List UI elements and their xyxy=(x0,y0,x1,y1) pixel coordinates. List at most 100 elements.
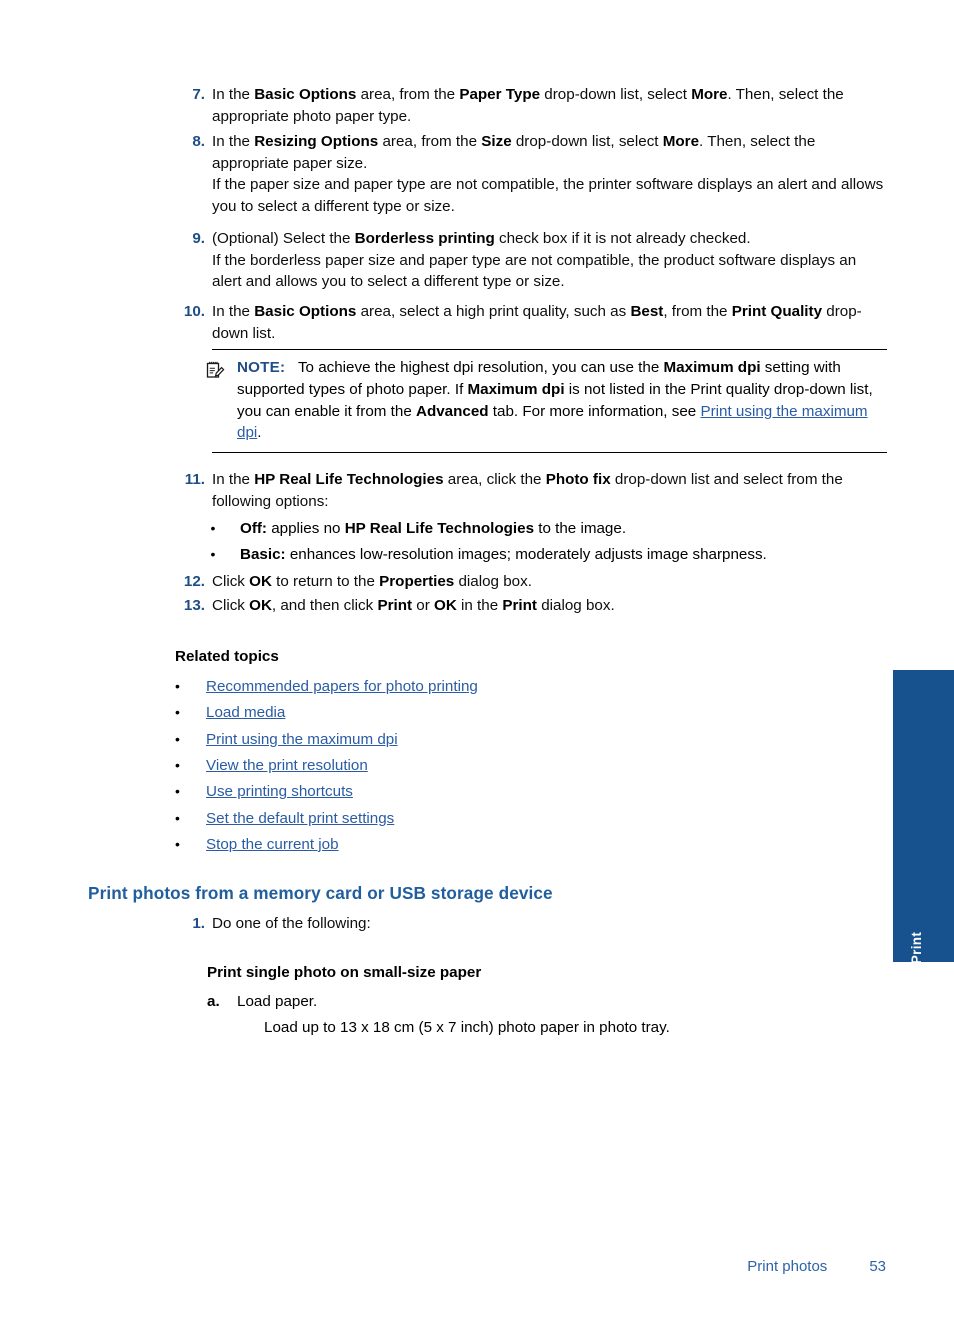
note-pencil-icon xyxy=(205,360,225,380)
related-topic-row: • Set the default print settings xyxy=(175,808,394,829)
text-run: dialog box. xyxy=(454,573,532,590)
text-run: to the image. xyxy=(534,520,627,537)
step-item: 10. In the Basic Options area, select a … xyxy=(175,301,887,344)
step-number: 1. xyxy=(192,915,205,932)
step-item: 7. In the Basic Options area, from the P… xyxy=(175,84,887,127)
step-text: In the Basic Options area, select a high… xyxy=(212,301,887,344)
step-text: Click OK, and then click Print or OK in … xyxy=(212,595,887,617)
text-run: area, from the xyxy=(378,133,482,150)
bullet-glyph: • xyxy=(175,809,180,826)
related-topic-row: • Load media xyxy=(175,702,285,723)
step-number: 9. xyxy=(192,230,205,247)
sub-heading: Print single photo on small-size paper xyxy=(207,964,482,981)
step-text: In the Basic Options area, from the Pape… xyxy=(212,84,887,127)
note-bottom-rule xyxy=(212,452,887,454)
bold-run: OK xyxy=(434,597,457,614)
lettered-step: a. Load paper. xyxy=(207,991,867,1013)
related-topic-link[interactable]: Print using the maximum dpi xyxy=(206,731,398,748)
bullet-glyph: • xyxy=(210,546,216,562)
note-label: NOTE: xyxy=(237,359,286,376)
option-text: Basic: enhances low-resolution images; m… xyxy=(240,544,888,566)
related-topic-link[interactable]: Set the default print settings xyxy=(206,810,394,827)
related-topic-row: • Recommended papers for photo printing xyxy=(175,676,478,697)
text-run: area, from the xyxy=(356,86,460,103)
step-item: 13. Click OK, and then click Print or OK… xyxy=(175,595,887,617)
step-letter: a. xyxy=(207,993,220,1010)
text-run: check box if it is not already checked. xyxy=(494,230,751,247)
related-topic-link[interactable]: View the print resolution xyxy=(206,757,368,774)
related-topic-link[interactable]: Load media xyxy=(206,704,285,721)
bullet-glyph: • xyxy=(175,704,180,721)
bold-run: More xyxy=(691,86,728,103)
step-text: In the HP Real Life Technologies area, c… xyxy=(212,469,887,512)
related-topic-link[interactable]: Stop the current job xyxy=(206,836,339,853)
step-number: 11. xyxy=(184,471,205,488)
text-run: Click xyxy=(212,573,250,590)
page-footer: Print photos 53 xyxy=(747,1258,886,1275)
step-number: 12. xyxy=(183,573,205,590)
step-item: 12. Click OK to return to the Properties… xyxy=(175,571,887,593)
text-run: If the paper size and paper type are not… xyxy=(212,176,884,215)
bold-run: Paper Type xyxy=(459,86,541,103)
note-body: NOTE: To achieve the highest dpi resolut… xyxy=(237,357,887,444)
step-item: 11. In the HP Real Life Technologies are… xyxy=(175,469,887,512)
bullet-glyph: • xyxy=(175,678,180,694)
text-run: dialog box. xyxy=(536,597,615,614)
bullet-glyph: • xyxy=(175,730,180,747)
bullet-glyph: • xyxy=(175,783,180,800)
text-run: tab. For more information, see xyxy=(488,402,701,420)
bold-run: Off: xyxy=(240,520,267,537)
related-topic-row: • Print using the maximum dpi xyxy=(175,729,398,750)
bold-run: Best xyxy=(630,303,664,320)
footer-page-number: 53 xyxy=(869,1258,886,1275)
bold-run: More xyxy=(662,133,700,150)
text-run: in the xyxy=(456,597,503,614)
text-run: applies no xyxy=(267,520,345,537)
bold-run: OK xyxy=(249,573,272,590)
step-number: 10. xyxy=(183,303,205,320)
step-text: In the Resizing Options area, from the S… xyxy=(212,131,887,217)
text-run: area, select a high print quality, such … xyxy=(356,303,631,320)
bullet-glyph: • xyxy=(210,520,216,536)
text-run: drop-down list, select xyxy=(540,86,692,103)
text-run: To achieve the highest dpi resolution, y… xyxy=(297,359,664,376)
step-text: Do one of the following: xyxy=(212,915,371,932)
text-run: or xyxy=(412,597,434,614)
related-topic-row: • Stop the current job xyxy=(175,834,339,855)
text-run: area, click the xyxy=(443,471,546,488)
related-topic-row: • View the print resolution xyxy=(175,755,368,776)
bold-run: Resizing Options xyxy=(254,133,379,150)
text-run: to return to the xyxy=(271,573,380,590)
step-detail-text: Load up to 13 x 18 cm (5 x 7 inch) photo… xyxy=(264,1019,670,1036)
step-number: 8. xyxy=(192,133,205,150)
text-run: , and then click xyxy=(271,597,378,614)
text-run: In the xyxy=(212,86,255,103)
bullet-glyph: • xyxy=(175,756,180,773)
footer-section-name: Print photos xyxy=(747,1258,828,1275)
text-run: drop-down list, select xyxy=(511,133,663,150)
bold-run: Advanced xyxy=(415,402,489,420)
bold-run: Basic Options xyxy=(254,86,357,103)
text-run: enhances low-resolution images; moderate… xyxy=(285,546,767,563)
step-item: 8. In the Resizing Options area, from th… xyxy=(175,131,887,217)
text-run: (Optional) Select the xyxy=(212,230,355,247)
bold-run: Maximum dpi xyxy=(663,359,761,376)
step-number: 7. xyxy=(192,86,205,103)
related-topic-row: • Use printing shortcuts xyxy=(175,781,353,802)
note-text-content xyxy=(289,359,297,376)
note-callout: NOTE: To achieve the highest dpi resolut… xyxy=(206,349,887,454)
text-run: In the xyxy=(212,471,255,488)
bold-run: Basic Options xyxy=(254,303,357,320)
section-step-1: 1. Do one of the following: xyxy=(175,913,875,935)
bold-run: Properties xyxy=(379,573,455,590)
bold-run: Borderless printing xyxy=(354,230,495,247)
bold-run: Size xyxy=(481,133,512,150)
text-run: . xyxy=(257,424,262,442)
step-item: 9. (Optional) Select the Borderless prin… xyxy=(175,228,887,293)
bullet-glyph: • xyxy=(175,835,180,852)
related-topic-link[interactable]: Use printing shortcuts xyxy=(206,783,353,800)
option-text: Off: applies no HP Real Life Technologie… xyxy=(240,518,888,540)
text-run: If the borderless paper size and paper t… xyxy=(212,251,857,291)
text-run: In the xyxy=(212,303,255,320)
related-topic-link[interactable]: Recommended papers for photo printing xyxy=(206,678,478,695)
